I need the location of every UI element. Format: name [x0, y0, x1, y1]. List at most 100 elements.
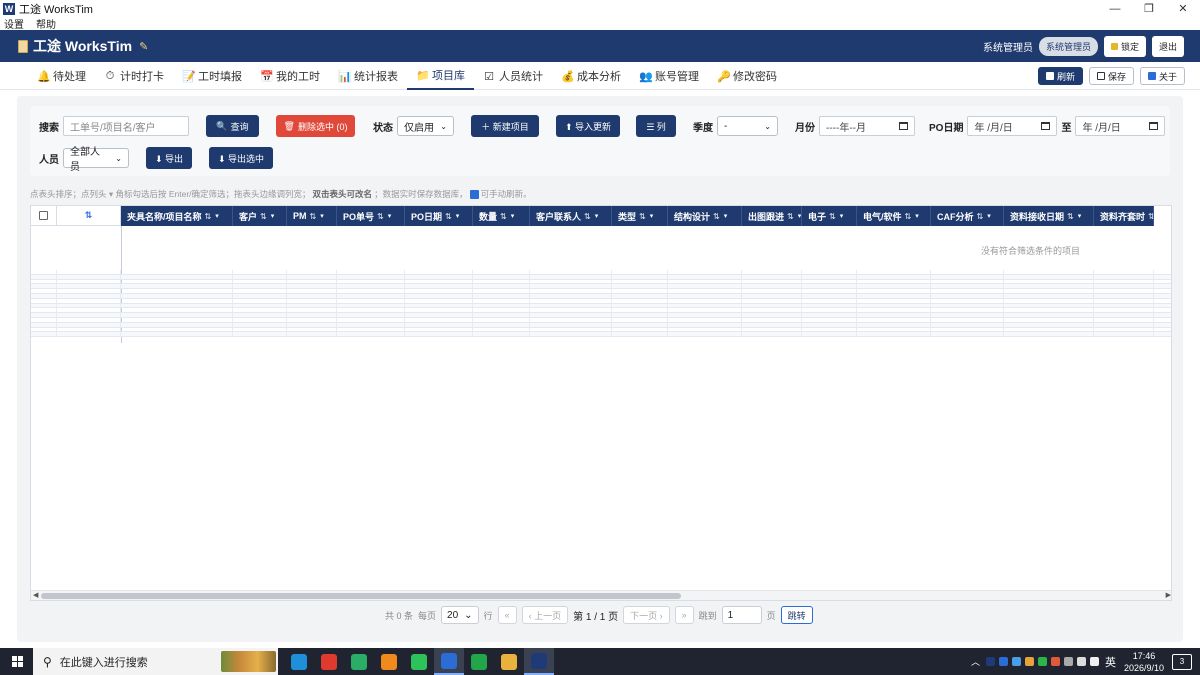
sort-icon[interactable]: ⇅ [905, 212, 912, 221]
prev-page-button[interactable]: ‹ 上一页 [521, 606, 569, 624]
wechat-taskbar-button[interactable] [404, 648, 434, 675]
column-header[interactable]: 资料接收日期 ⇅ ▾ [1004, 206, 1094, 226]
tray-app-icon[interactable] [1037, 657, 1047, 666]
edge-taskbar-button[interactable] [284, 648, 314, 675]
scroll-right-icon[interactable]: ▶ [1166, 591, 1171, 599]
sort-icon[interactable]: ⇅ [377, 212, 384, 221]
tray-app-icon[interactable] [1050, 657, 1060, 666]
column-header[interactable]: 结构设计 ⇅ ▾ [668, 206, 742, 226]
sort-icon[interactable]: ⇅ [713, 212, 720, 221]
battery-icon[interactable] [1063, 657, 1073, 666]
tab-stopwatch[interactable]: ⏱ 计时打卡 [95, 62, 173, 90]
edit-pencil-icon[interactable]: ✎ [139, 40, 148, 53]
next-page-button[interactable]: 下一页 › [623, 606, 670, 624]
select-all-checkbox[interactable] [39, 211, 48, 220]
quarter-select[interactable]: - ⌄ [717, 116, 778, 136]
menu-help[interactable]: 帮助 [36, 16, 56, 31]
export-button[interactable]: ⬇ 导出 [146, 147, 192, 169]
menu-settings[interactable]: 设置 [4, 16, 24, 31]
columns-button[interactable]: ☰ 列 [636, 115, 676, 137]
network-icon[interactable] [1076, 657, 1086, 666]
windows-start-icon[interactable] [12, 656, 23, 667]
ime-indicator[interactable]: 英 [1105, 654, 1116, 670]
column-header[interactable]: 资料齐套时⇅ [1094, 206, 1154, 226]
file-explorer-taskbar-button[interactable] [494, 648, 524, 675]
sort-icon[interactable]: ⇅ [500, 212, 507, 221]
column-filter-icon[interactable]: ▾ [215, 212, 219, 220]
lock-button[interactable]: 锁定 [1103, 35, 1146, 57]
tray-app-icon[interactable] [985, 657, 995, 666]
first-page-button[interactable]: « [497, 606, 517, 624]
column-header[interactable]: PO日期 ⇅ ▾ [405, 206, 473, 226]
column-header[interactable]: CAF分析 ⇅ ▾ [931, 206, 1004, 226]
per-page-select[interactable]: 20 ⌄ [441, 606, 479, 624]
column-header[interactable]: 数量 ⇅ ▾ [473, 206, 530, 226]
search-input[interactable]: 工单号/项目名/客户 [63, 116, 189, 136]
worktim-taskbar-button[interactable] [524, 648, 554, 675]
sort-icon[interactable]: ⇅ [205, 212, 212, 221]
column-header[interactable]: 客户 ⇅ ▾ [233, 206, 287, 226]
taskbar-search[interactable]: ⚲ 在此键入进行搜索 [33, 648, 278, 675]
about-button[interactable]: 关于 [1139, 67, 1185, 85]
sort-icon[interactable]: ⇅ [1067, 212, 1074, 221]
po-date-to-picker[interactable]: 年 /月/日 [1075, 116, 1166, 136]
sort-icon[interactable]: ⇅ [260, 212, 267, 221]
sort-column-header[interactable]: ⇅ [57, 206, 121, 226]
tab-money-bag[interactable]: 💰 成本分析 [552, 62, 630, 90]
column-filter-icon[interactable]: ▾ [987, 212, 991, 220]
column-header[interactable]: 夹具名称/项目名称 ⇅ ▾ [121, 206, 233, 226]
scrollbar-thumb[interactable] [41, 593, 681, 599]
tab-bell[interactable]: 🔔 待处理 [28, 62, 95, 90]
clock[interactable]: 17:46 2026/9/10 [1124, 650, 1164, 674]
tray-app-icon[interactable] [998, 657, 1008, 666]
tab-users[interactable]: 👥 账号管理 [630, 62, 708, 90]
sort-icon[interactable]: ⇅ [787, 212, 794, 221]
export-selected-button[interactable]: ⬇ 导出选中 [209, 147, 273, 169]
sort-icon[interactable]: ⇅ [584, 212, 591, 221]
column-filter-icon[interactable]: ▾ [915, 212, 919, 220]
sort-icon[interactable]: ⇅ [445, 212, 452, 221]
column-filter-icon[interactable]: ▾ [840, 212, 844, 220]
column-filter-icon[interactable]: ▾ [724, 212, 728, 220]
tray-app-icon[interactable] [1024, 657, 1034, 666]
notification-center-icon[interactable]: 3 [1172, 653, 1192, 670]
sort-icon[interactable]: ⇅ [639, 212, 646, 221]
tab-calendar[interactable]: 📅 我的工时 [251, 62, 329, 90]
column-filter-icon[interactable]: ▾ [456, 212, 460, 220]
volume-icon[interactable] [1089, 657, 1099, 666]
scroll-left-icon[interactable]: ◀ [33, 591, 38, 599]
column-header[interactable]: 客户联系人 ⇅ ▾ [530, 206, 612, 226]
tray-app-icon[interactable] [1011, 657, 1021, 666]
person-select[interactable]: 全部人员 ⌄ [63, 147, 129, 173]
column-filter-icon[interactable]: ▾ [798, 212, 801, 220]
column-filter-icon[interactable]: ▾ [271, 212, 275, 220]
new-project-button[interactable]: ＋ 新建项目 [471, 115, 539, 137]
minimize-button[interactable]: — [1098, 0, 1132, 17]
tab-form[interactable]: 📝 工时填报 [173, 62, 251, 90]
sort-icon[interactable]: ⇅ [310, 212, 317, 221]
go-button[interactable]: 跳转 [780, 606, 813, 624]
logout-button[interactable]: 退出 [1151, 35, 1184, 57]
status-select[interactable]: 仅启用 ⌄ [397, 116, 454, 136]
wechat-work-taskbar-button[interactable] [344, 648, 374, 675]
query-button[interactable]: 🔍 查询 [206, 115, 259, 137]
column-filter-icon[interactable]: ▾ [595, 212, 599, 220]
tab-folder[interactable]: 📁 项目库 [407, 62, 474, 90]
column-header[interactable]: 电气/软件 ⇅ ▾ [857, 206, 931, 226]
chevron-up-icon[interactable]: ︿ [971, 655, 980, 668]
horizontal-scrollbar[interactable]: ◀ ▶ [31, 590, 1171, 600]
refresh-button[interactable]: 刷新 [1037, 67, 1083, 85]
column-filter-icon[interactable]: ▾ [388, 212, 392, 220]
po-date-from-picker[interactable]: 年 /月/日 [967, 116, 1058, 136]
import-update-button[interactable]: ⬆ 导入更新 [556, 115, 620, 137]
feishu-taskbar-button[interactable] [434, 648, 464, 675]
jump-page-input[interactable]: 1 [721, 606, 762, 624]
save-button[interactable]: 保存 [1088, 67, 1134, 85]
tab-key[interactable]: 🔑 修改密码 [708, 62, 786, 90]
app-green-taskbar-button[interactable] [464, 648, 494, 675]
tab-bar-chart[interactable]: 📊 统计报表 [329, 62, 407, 90]
app-orange-taskbar-button[interactable] [374, 648, 404, 675]
sort-icon[interactable]: ⇅ [977, 212, 984, 221]
column-header[interactable]: PO单号 ⇅ ▾ [337, 206, 405, 226]
sort-icon[interactable]: ⇅ [829, 212, 836, 221]
